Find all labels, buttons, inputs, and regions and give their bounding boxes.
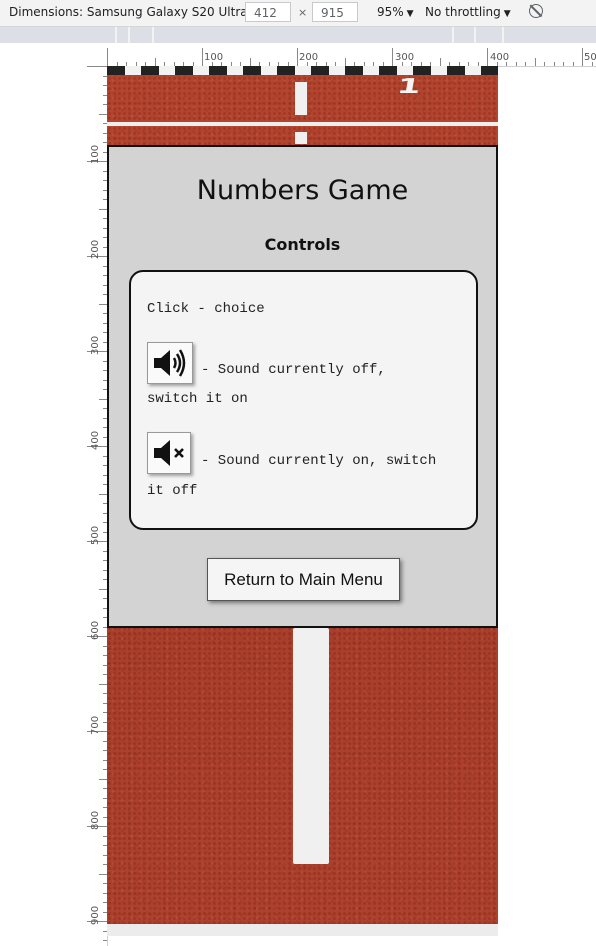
- devtools-gutter: [0, 44, 87, 946]
- zoom-value: 95%: [377, 5, 404, 19]
- speaker-muted-icon[interactable]: [147, 432, 191, 474]
- click-instruction: Click - choice: [147, 301, 265, 317]
- section-heading: Controls: [264, 235, 341, 254]
- sound-on-description: - Sound currently off,: [201, 362, 386, 378]
- ruler-label: 400: [90, 431, 101, 450]
- media-query-bar[interactable]: [0, 27, 596, 43]
- ruler-label: 200: [90, 240, 101, 259]
- controls-panel: Numbers Game Controls Click - choice - S…: [107, 145, 498, 628]
- track-curb: [107, 66, 498, 75]
- ruler-label: 300: [395, 52, 414, 63]
- devtools-toolbar: Dimensions: Samsung Galaxy S20 Ultra▼ 41…: [0, 0, 596, 27]
- chevron-down-icon: ▼: [503, 9, 511, 19]
- rotate-icon[interactable]: [529, 4, 543, 18]
- device-select[interactable]: Dimensions: Samsung Galaxy S20 Ultra▼: [9, 5, 258, 19]
- vertical-ruler: 100 200 300 400 500 600 700 800 900: [87, 66, 108, 946]
- lane-number: 1: [395, 74, 423, 99]
- speaker-icon[interactable]: [147, 342, 193, 384]
- ruler-label: 900: [90, 906, 101, 925]
- horizontal-ruler: 100 200 300 400 50: [107, 48, 596, 67]
- ruler-label: 100: [204, 52, 223, 63]
- ruler-label: 100: [90, 145, 101, 164]
- return-to-main-menu-button[interactable]: Return to Main Menu: [207, 558, 400, 601]
- ruler-label: 200: [299, 52, 318, 63]
- sound-off-description: - Sound currently on, switch: [201, 453, 437, 469]
- lane-line: [295, 132, 307, 144]
- speaker-muted-icon: [154, 440, 184, 466]
- chevron-down-icon: ▼: [406, 9, 414, 19]
- height-input[interactable]: 915: [312, 2, 358, 22]
- lane-line: [295, 82, 307, 115]
- page-title: Numbers Game: [196, 175, 409, 206]
- ruler-label: 50: [584, 52, 596, 63]
- ruler-label: 400: [490, 52, 509, 63]
- throttling-value: No throttling: [425, 5, 501, 19]
- ruler-label: 600: [90, 621, 101, 640]
- device-select-label: Dimensions: Samsung Galaxy S20 Ultra: [9, 5, 248, 19]
- sound-off-description-cont: it off: [147, 483, 198, 499]
- dimension-separator: ×: [298, 6, 308, 19]
- sound-on-description-cont: switch it on: [147, 391, 248, 407]
- width-input[interactable]: 412: [245, 2, 291, 22]
- ruler-label: 700: [90, 716, 101, 735]
- lane-line: [293, 628, 329, 864]
- throttling-select[interactable]: No throttling ▼: [425, 5, 511, 19]
- zoom-select[interactable]: 95% ▼: [377, 5, 414, 19]
- ruler-label: 300: [90, 336, 101, 355]
- start-line: [107, 122, 498, 126]
- ruler-label: 500: [90, 526, 101, 545]
- controls-box: Click - choice - Sound currently off, sw…: [129, 270, 478, 530]
- speaker-icon: [154, 349, 186, 377]
- ruler-label: 800: [90, 811, 101, 830]
- lane-line: [107, 924, 498, 936]
